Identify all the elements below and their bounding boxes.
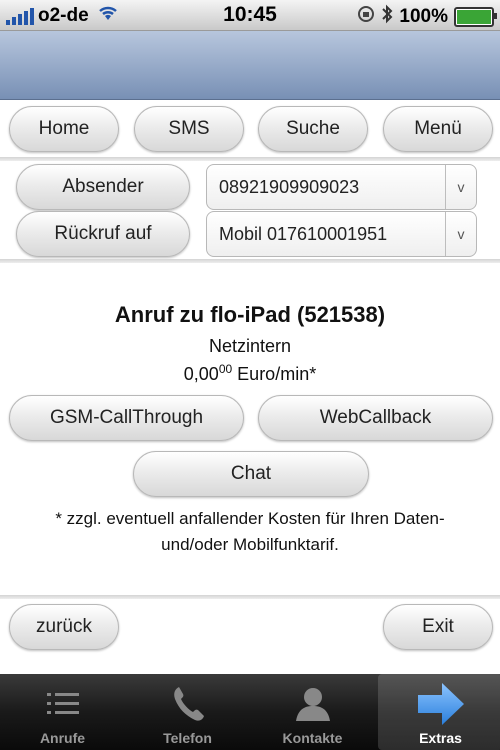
tab-bar: Anrufe Telefon Kontakte Extras bbox=[0, 674, 500, 750]
chevron-down-icon: v bbox=[445, 212, 476, 256]
tab-label: Telefon bbox=[163, 730, 212, 746]
back-button[interactable]: zurück bbox=[9, 604, 119, 650]
rueckruf-button[interactable]: Rückruf auf bbox=[16, 211, 190, 257]
battery-percent: 100% bbox=[399, 6, 448, 27]
call-type: Netzintern bbox=[208, 336, 292, 356]
tab-extras[interactable]: Extras bbox=[378, 674, 500, 750]
tab-label: Anrufe bbox=[39, 730, 86, 746]
status-right: 100% bbox=[357, 4, 497, 30]
tab-label: Extras bbox=[419, 730, 462, 746]
divider bbox=[0, 157, 500, 161]
tab-telefon[interactable]: Telefon bbox=[125, 674, 250, 750]
cost-note: * zzgl. eventuell anfallender Kosten für… bbox=[0, 506, 500, 558]
rueckruf-value: Mobil 017610001951 bbox=[219, 223, 388, 244]
price-fraction: 00 bbox=[218, 362, 233, 376]
status-bar: o2-de 10:45 100% bbox=[0, 0, 500, 31]
main-content: Home SMS Suche Menü Absender 08921909909… bbox=[0, 100, 500, 674]
divider bbox=[0, 595, 500, 599]
chat-button[interactable]: Chat bbox=[133, 451, 369, 497]
price-unit: Euro/min* bbox=[232, 364, 317, 384]
absender-value: 08921909909023 bbox=[219, 176, 360, 197]
divider bbox=[0, 259, 500, 263]
navigation-bar bbox=[0, 31, 500, 100]
tab-kontakte[interactable]: Kontakte bbox=[250, 674, 375, 750]
sms-button[interactable]: SMS bbox=[134, 106, 244, 152]
rueckruf-select[interactable]: Mobil 017610001951 v bbox=[206, 211, 477, 257]
menu-button[interactable]: Menü bbox=[383, 106, 493, 152]
search-button[interactable]: Suche bbox=[258, 106, 368, 152]
phone-icon bbox=[125, 682, 250, 726]
absender-select[interactable]: 08921909909023 v bbox=[206, 164, 477, 210]
battery-icon bbox=[454, 7, 497, 27]
home-button[interactable]: Home bbox=[9, 106, 119, 152]
exit-button[interactable]: Exit bbox=[383, 604, 493, 650]
bluetooth-icon bbox=[381, 4, 393, 30]
lock-rotation-icon bbox=[357, 5, 375, 29]
cost-note-line: * zzgl. eventuell anfallender Kosten für… bbox=[55, 509, 445, 528]
call-title: Anruf zu flo-iPad (521538) bbox=[114, 302, 386, 327]
gsm-callthrough-button[interactable]: GSM-CallThrough bbox=[9, 395, 244, 441]
price-value: 0,00 bbox=[183, 364, 219, 384]
list-icon bbox=[0, 682, 125, 726]
cost-note-line: und/oder Mobilfunktarif. bbox=[161, 535, 339, 554]
chevron-down-icon: v bbox=[445, 165, 476, 209]
arrow-right-icon bbox=[378, 682, 500, 726]
call-price: 0,0000 Euro/min* bbox=[0, 362, 500, 385]
tab-label: Kontakte bbox=[282, 730, 343, 746]
tab-anrufe[interactable]: Anrufe bbox=[0, 674, 125, 750]
absender-button[interactable]: Absender bbox=[16, 164, 190, 210]
webcallback-button[interactable]: WebCallback bbox=[258, 395, 493, 441]
contact-icon bbox=[250, 682, 375, 726]
